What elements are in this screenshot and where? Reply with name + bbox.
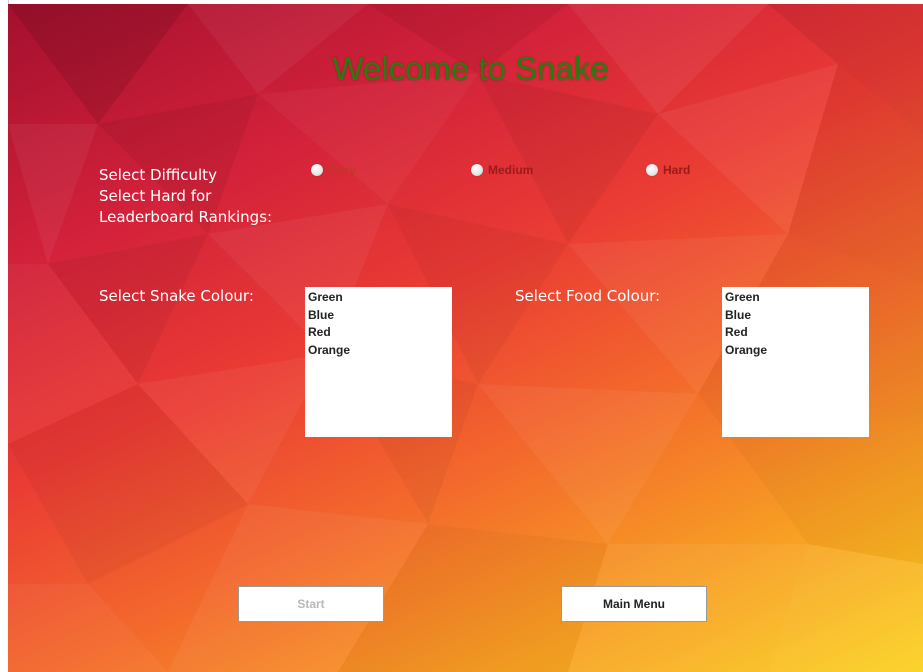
food-colour-option-orange[interactable]: Orange bbox=[724, 342, 867, 360]
difficulty-label-line-2: Select Hard for bbox=[99, 187, 212, 205]
main-menu-button[interactable]: Main Menu bbox=[561, 586, 707, 622]
snake-colour-option-red[interactable]: Red bbox=[307, 324, 450, 342]
snake-colour-option-green[interactable]: Green bbox=[307, 289, 450, 307]
radio-hard-label: Hard bbox=[663, 163, 691, 177]
food-colour-option-green[interactable]: Green bbox=[724, 289, 867, 307]
snake-colour-option-orange[interactable]: Orange bbox=[307, 342, 450, 360]
food-colour-list[interactable]: Green Blue Red Orange bbox=[722, 287, 869, 437]
difficulty-label-line-1: Select Difficulty bbox=[99, 166, 217, 184]
radio-medium[interactable]: Medium bbox=[471, 163, 533, 177]
radio-medium-label: Medium bbox=[488, 163, 534, 177]
page-title: Welcome to Snake bbox=[332, 50, 609, 87]
radio-easy[interactable]: Easy bbox=[311, 163, 356, 177]
radio-hard-circle-icon[interactable] bbox=[646, 164, 658, 176]
difficulty-label: Select Difficulty Select Hard for Leader… bbox=[99, 165, 272, 228]
radio-hard[interactable]: Hard bbox=[646, 163, 690, 177]
snake-colour-option-blue[interactable]: Blue bbox=[307, 307, 450, 325]
radio-easy-circle-icon[interactable] bbox=[311, 164, 323, 176]
start-button[interactable]: Start bbox=[238, 586, 384, 622]
food-colour-option-blue[interactable]: Blue bbox=[724, 307, 867, 325]
radio-easy-label: Easy bbox=[328, 163, 357, 177]
food-colour-label: Select Food Colour: bbox=[515, 287, 661, 305]
snake-colour-label: Select Snake Colour: bbox=[99, 287, 254, 305]
food-colour-option-red[interactable]: Red bbox=[724, 324, 867, 342]
radio-medium-circle-icon[interactable] bbox=[471, 164, 483, 176]
difficulty-label-line-3: Leaderboard Rankings: bbox=[99, 208, 273, 226]
snake-colour-list[interactable]: Green Blue Red Orange bbox=[305, 287, 452, 437]
snake-setup-window: Welcome to Snake Select Difficulty Selec… bbox=[8, 4, 923, 672]
